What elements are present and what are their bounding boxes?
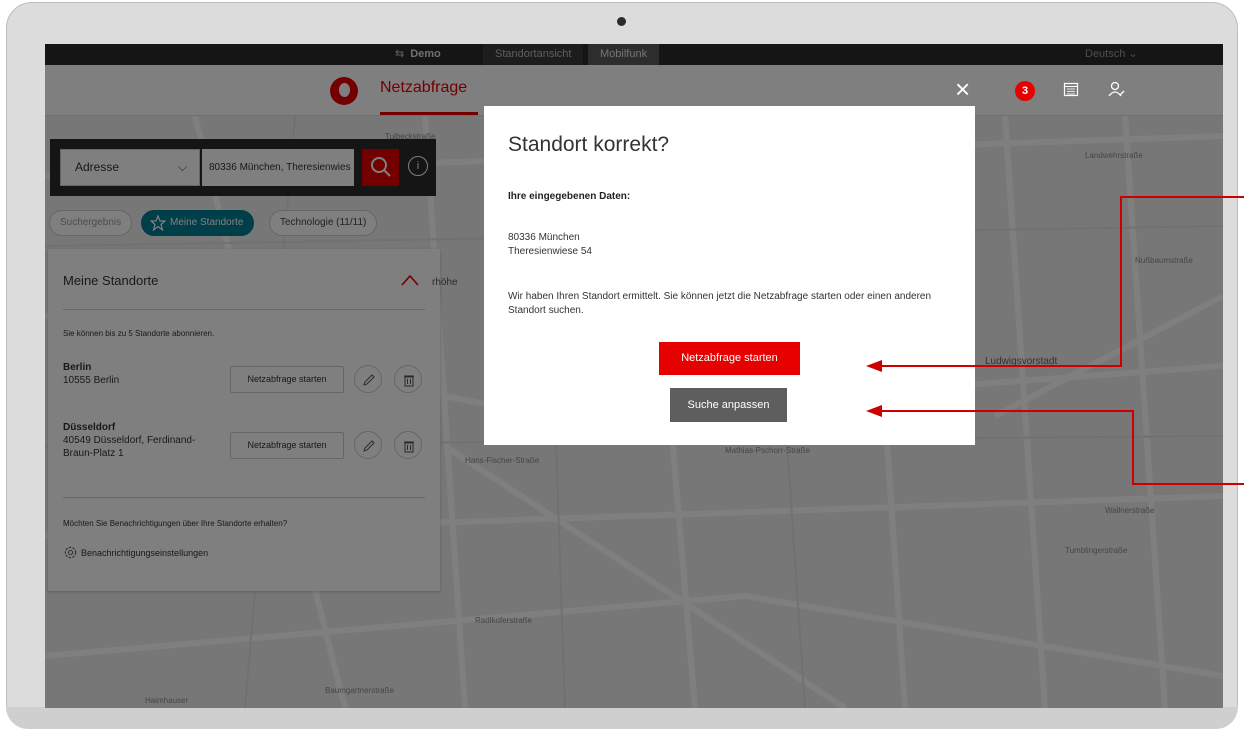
location-confirm-modal: Standort korrekt? Ihre eingegebenen Date… <box>484 106 975 445</box>
app-screen: ⇆Demo Standortansicht Mobilfunk Deutsch … <box>45 44 1223 708</box>
camera-dot <box>617 17 626 26</box>
close-icon[interactable]: × <box>955 76 970 102</box>
laptop-base <box>6 707 1238 729</box>
start-network-query-button[interactable]: Netzabfrage starten <box>659 342 800 375</box>
user-icon[interactable] <box>1107 80 1125 98</box>
address-line: Theresienwiese 54 <box>508 246 592 257</box>
calendar-icon[interactable] <box>1063 81 1079 97</box>
entered-address: 80336 München Theresienwiese 54 <box>508 231 592 259</box>
modal-title: Standort korrekt? <box>508 133 670 156</box>
adjust-search-button[interactable]: Suche anpassen <box>670 388 787 422</box>
modal-message: Wir haben Ihren Standort ermittelt. Sie … <box>508 291 932 316</box>
address-line: 80336 München <box>508 232 580 243</box>
modal-subtitle: Ihre eingegebenen Daten: <box>508 191 631 202</box>
notification-badge[interactable]: 3 <box>1015 81 1035 101</box>
